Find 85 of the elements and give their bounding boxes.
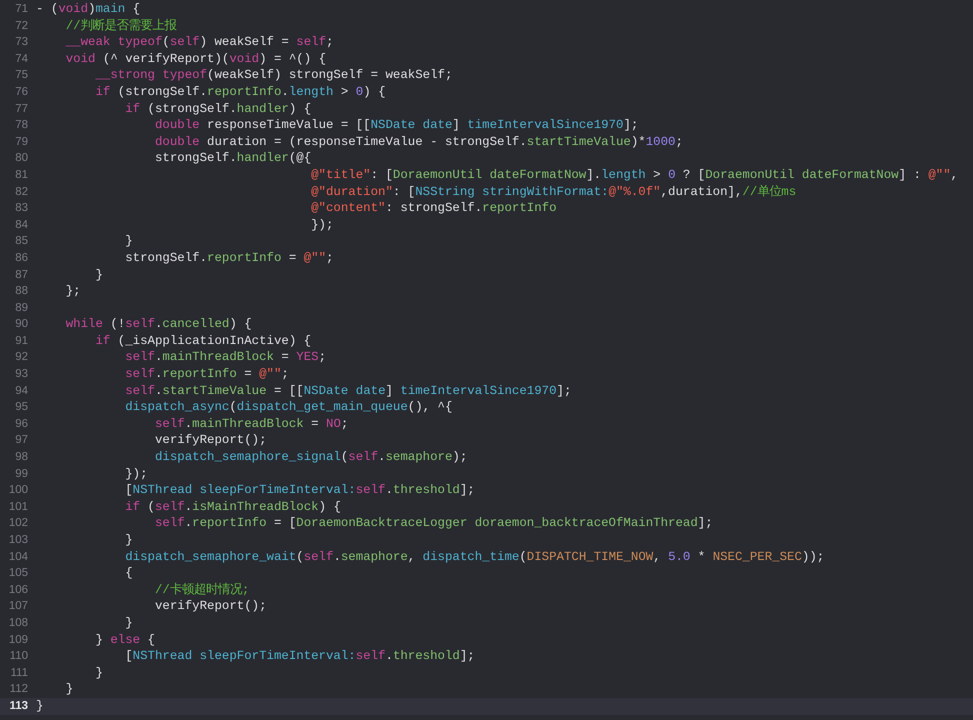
line-number: 90 [14,317,29,332]
line-number: 85 [14,234,29,250]
line-number: 87 [14,268,29,282]
line-number: 99 [14,466,29,482]
code-line: self.reportInfo = [DoraemonBacktraceLogger doraemon_backtraceOfMainThread]; [154,515,713,532]
code-line: while (!self.cancelled) { [64,316,252,333]
code-line: self.mainThreadBlock = YES; [124,349,326,366]
code-line: } [64,681,74,698]
line-number: 98 [14,450,29,466]
code-line: } [124,614,133,632]
line-number: 104 [8,550,29,565]
code-line: } [94,664,103,682]
code-line: } [124,532,133,549]
code-line: } [94,266,103,284]
code-line: self.mainThreadBlock = NO; [154,416,348,432]
line-number: 106 [8,582,29,598]
line-number: 71 [14,2,29,17]
code-line: __weak typeof(self) weakSelf = self; [64,34,334,51]
line-number: 113 [8,698,29,714]
code-line: self.reportInfo = @""; [124,366,289,383]
code-line: double responseTimeValue = [[NSDate date] timeIntervalSince1970]; [154,117,638,134]
code-line: if (_isApplicationInActive) { [94,332,312,350]
code-line: __strong typeof(weakSelf) strongSelf = weakSelf; [94,67,452,84]
line-number: 112 [8,682,29,698]
line-number: 101 [8,500,29,515]
code-line: self.startTimeValue = [[NSDate date] timeIntervalSince1970]; [124,382,572,400]
code-line: [NSThread sleepForTimeInterval:self.threshold]; [124,482,475,499]
line-number: 83 [14,201,29,216]
line-number: 93 [14,367,29,382]
code-line: //判断是否需要上报 [64,18,177,34]
line-number: 82 [14,184,29,200]
code-line: if (self.isMainThreadBlock) { [124,498,341,516]
line-number: 89 [14,300,29,316]
code-line: if (strongSelf.reportInfo.length > 0) { [94,84,386,101]
line-number: 77 [14,102,29,117]
line-number: 84 [14,218,29,233]
line-number: 75 [14,68,29,84]
line-number: 94 [14,384,29,399]
line-number: 100 [8,483,29,498]
code-line: [NSThread sleepForTimeInterval:self.threshold]; [124,648,475,665]
code-line: { [124,565,133,582]
code-line: dispatch_semaphore_signal(self.semaphore); [154,449,468,466]
line-number: 86 [14,250,29,266]
line-number: 76 [14,84,29,100]
line-number: 73 [14,35,29,50]
line-number: 107 [8,599,29,614]
code-line: - (void)main { [36,1,140,18]
line-number: 110 [8,649,29,664]
line-number: 74 [14,52,29,67]
code-line: verifyReport(); [154,432,267,450]
line-number: 72 [14,18,29,34]
line-number: 109 [8,632,29,648]
code-line: } else { [94,632,155,648]
line-number: 80 [14,151,29,166]
code-line: dispatch_async(dispatch_get_main_queue(), ^{ [124,399,452,416]
code-line: if (strongSelf.handler) { [124,100,312,118]
line-number: 78 [14,118,29,134]
code-line: //卡顿超时情况; [154,582,250,598]
line-number: 97 [14,433,29,448]
code-line: verifyReport(); [154,598,267,615]
code-line: }); [310,216,334,234]
code-line: void (^ verifyReport)(void) = ^() { [64,50,326,68]
code-line: dispatch_semaphore_wait(self.semaphore, dispatch_time(DISPATCH_TIME_NOW, 5.0 * NSEC_PER_SEC)); [124,548,824,566]
line-number: 95 [14,400,29,416]
line-number: 91 [14,334,29,349]
line-number: 79 [14,134,29,150]
code-line: @"duration": [NSString stringWithFormat:@"%.0f",duration],//单位ms [310,184,796,200]
line-number: 96 [14,416,29,432]
line-number: 92 [14,350,29,366]
code-line: strongSelf.reportInfo = @""; [124,250,334,266]
code-line: strongSelf.handler(@{ [154,150,312,167]
code-line: double duration = (responseTimeValue - strongSelf.startTimeValue)*1000; [154,134,683,150]
code-line: }; [64,283,81,300]
line-number: 103 [8,533,29,548]
line-number: 111 [10,666,29,681]
line-number: 102 [8,516,29,532]
code-line: } [36,698,44,715]
line-number: 105 [8,566,29,582]
code-line: @"content": strongSelf.reportInfo [310,200,557,217]
code-line: }); [124,466,148,482]
line-number: 88 [14,284,29,300]
code-line: } [124,233,133,250]
code-line: @"title": [DoraemonUtil dateFormatNow].length > 0 ? [DoraemonUtil dateFormatNow] : @"", [310,166,958,184]
line-number: 81 [14,168,29,183]
line-number: 108 [8,616,29,631]
